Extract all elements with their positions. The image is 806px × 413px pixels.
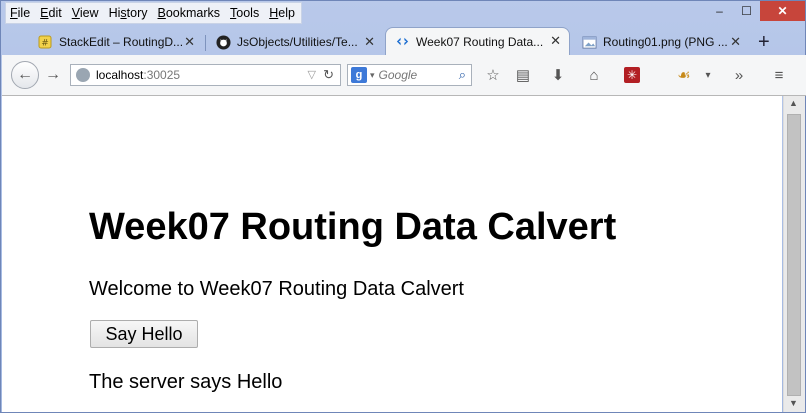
overflow-chevron-icon[interactable]: » [729, 65, 749, 85]
search-bar[interactable]: g ▾ Google ⌕ [347, 64, 472, 86]
welcome-text: Welcome to Week07 Routing Data Calvert [89, 278, 464, 300]
bookmark-star-icon[interactable]: ☆ [483, 65, 503, 85]
url-port: :30025 [143, 68, 181, 82]
image-icon [581, 34, 597, 50]
browser-window: File Edit View History Bookmarks Tools H… [0, 0, 806, 413]
home-icon[interactable]: ⌂ [584, 65, 604, 85]
new-tab-button[interactable]: + [758, 31, 770, 54]
addon-icon[interactable]: ✳ [624, 67, 640, 83]
maximize-button[interactable]: ☐ [733, 1, 760, 21]
tab-separator [205, 35, 206, 51]
url-host: localhost [96, 68, 144, 82]
menu-history[interactable]: History [109, 6, 148, 20]
tab-label: Routing01.png (PNG ... [603, 35, 728, 49]
tab-label: StackEdit – RoutingD... [59, 35, 184, 49]
menu-file[interactable]: File [10, 6, 30, 20]
firebug-icon[interactable]: ☙ [674, 65, 694, 85]
scroll-down-icon[interactable]: ▼ [789, 398, 798, 408]
page-title: Week07 Routing Data Calvert [89, 206, 617, 248]
tab-close-icon[interactable]: ✕ [730, 34, 741, 50]
tab-week07-active[interactable]: Week07 Routing Data... ✕ [385, 27, 570, 55]
back-forward-group: ← → [11, 61, 67, 89]
google-engine-icon[interactable]: g [351, 67, 367, 83]
page-viewport: Week07 Routing Data Calvert Welcome to W… [2, 96, 782, 412]
engine-dropdown-icon[interactable]: ▾ [370, 70, 375, 81]
scroll-up-icon[interactable]: ▲ [789, 98, 798, 108]
tab-close-icon[interactable]: ✕ [550, 33, 561, 49]
tab-close-icon[interactable]: ✕ [364, 34, 375, 50]
firebug-dropdown-icon[interactable]: ▾ [698, 65, 718, 85]
scroll-thumb[interactable] [787, 114, 801, 396]
vs-icon [394, 34, 410, 50]
url-dropdown-icon[interactable]: ▽ [308, 68, 316, 81]
hamburger-menu-icon[interactable]: ≡ [769, 65, 789, 85]
minimize-button[interactable]: ‒ [706, 1, 733, 21]
window-controls: ‒ ☐ ✕ [706, 1, 805, 21]
navigation-bar: ← → localhost:30025 ▽ ↻ g ▾ Google ⌕ ☆ ▤… [2, 55, 806, 96]
forward-button[interactable]: → [45, 66, 61, 84]
tab-label: Week07 Routing Data... [416, 34, 544, 49]
menu-bookmarks[interactable]: Bookmarks [158, 6, 221, 20]
vertical-scrollbar[interactable]: ▲ ▼ [783, 96, 805, 412]
say-hello-button[interactable]: Say Hello [90, 320, 198, 348]
tab-close-icon[interactable]: ✕ [184, 34, 195, 50]
search-icon[interactable]: ⌕ [459, 67, 466, 83]
back-arrow-icon: ← [17, 66, 33, 83]
tab-strip: # StackEdit – RoutingD... ✕ JsObjects/Ut… [1, 27, 806, 55]
forward-arrow-icon: → [45, 66, 61, 83]
tab-stackedit[interactable]: # StackEdit – RoutingD... ✕ [29, 29, 203, 55]
server-message: The server says Hello [89, 371, 283, 393]
globe-icon [76, 68, 90, 82]
close-window-button[interactable]: ✕ [760, 1, 805, 21]
tab-routing-png[interactable]: Routing01.png (PNG ... ✕ [573, 29, 749, 55]
stackedit-icon: # [37, 34, 53, 50]
menu-edit[interactable]: Edit [40, 6, 62, 20]
svg-text:#: # [41, 39, 49, 49]
menu-view[interactable]: View [72, 6, 99, 20]
search-placeholder: Google [378, 68, 418, 82]
tab-label: JsObjects/Utilities/Te... [237, 35, 358, 49]
reload-icon[interactable]: ↻ [323, 67, 334, 83]
github-icon [215, 34, 231, 50]
menu-help[interactable]: Help [269, 6, 295, 20]
menu-bar: File Edit View History Bookmarks Tools H… [5, 2, 302, 24]
downloads-icon[interactable]: ⬇ [548, 65, 568, 85]
tab-jsobjects[interactable]: JsObjects/Utilities/Te... ✕ [207, 29, 383, 55]
bookmarks-menu-icon[interactable]: ▤ [513, 65, 533, 85]
back-button[interactable]: ← [11, 61, 39, 89]
url-bar[interactable]: localhost:30025 ▽ ↻ [70, 64, 341, 86]
menu-tools[interactable]: Tools [230, 6, 259, 20]
